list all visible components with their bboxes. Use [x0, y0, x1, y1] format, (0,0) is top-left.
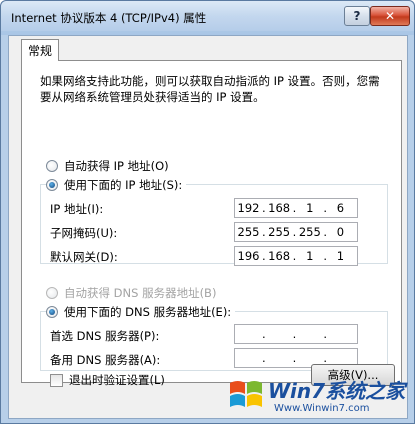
radio-manual-ip-label: 使用下面的 IP 地址(S):: [64, 178, 183, 192]
validate-checkbox-label: 退出时验证设置(L): [69, 373, 165, 387]
octet: 168: [268, 201, 291, 215]
radio-manual-ip-indicator[interactable]: [46, 179, 58, 191]
watermark-logo: Win7系统之家 Www.Winwin7.com: [222, 371, 412, 421]
subnet-mask-label: 子网掩码(U):: [50, 226, 118, 240]
octet: 1: [336, 249, 345, 263]
tab-panel-general: 如果网络支持此功能，则可以获取自动指派的 IP 设置。否则，您需要从网络系统管理…: [21, 60, 402, 387]
octet: 168: [268, 249, 291, 263]
octet: 196: [237, 249, 260, 263]
radio-auto-ip[interactable]: 自动获得 IP 地址(O): [46, 158, 169, 174]
radio-manual-dns-label: 使用下面的 DNS 服务器地址(E):: [64, 305, 232, 319]
preferred-dns-label: 首选 DNS 服务器(P):: [50, 329, 160, 343]
ip-address-input[interactable]: 192. 168. 1. 6: [234, 198, 358, 218]
octet: 255: [237, 225, 260, 239]
validate-on-exit-checkbox[interactable]: 退出时验证设置(L): [50, 372, 165, 388]
watermark-brand: Win7系统之家: [268, 379, 406, 403]
validate-checkbox-box[interactable]: [50, 373, 63, 387]
default-gateway-input[interactable]: 196. 168. 1. 1: [234, 246, 358, 266]
radio-manual-dns[interactable]: 使用下面的 DNS 服务器地址(E):: [46, 304, 236, 320]
alternate-dns-label: 备用 DNS 服务器(A):: [50, 353, 161, 367]
description-text: 如果网络支持此功能，则可以获取自动指派的 IP 设置。否则，您需要从网络系统管理…: [40, 74, 380, 104]
default-gateway-label: 默认网关(D):: [50, 250, 118, 264]
title-bar[interactable]: Internet 协议版本 4 (TCP/IPv4) 属性 ? ✕: [1, 1, 414, 31]
watermark-url: Www.Winwin7.com: [274, 403, 370, 414]
dialog-window: Internet 协议版本 4 (TCP/IPv4) 属性 ? ✕ 常规 如果网…: [0, 0, 415, 424]
radio-auto-dns-label: 自动获得 DNS 服务器地址(B): [64, 286, 217, 300]
octet: 0: [336, 225, 345, 239]
windows-flag-icon: [230, 381, 262, 407]
preferred-dns-input[interactable]: . . .: [234, 324, 358, 344]
octet: 1: [306, 249, 314, 263]
octet: 255: [268, 225, 291, 239]
tab-general[interactable]: 常规: [21, 39, 59, 61]
radio-auto-ip-indicator[interactable]: [46, 160, 58, 172]
octet: 6: [336, 201, 345, 215]
close-button[interactable]: ✕: [370, 6, 410, 26]
octet: 192: [237, 201, 260, 215]
window-title: Internet 协议版本 4 (TCP/IPv4) 属性: [11, 11, 207, 25]
subnet-mask-input[interactable]: 255. 255. 255. 0: [234, 222, 358, 242]
radio-auto-ip-label: 自动获得 IP 地址(O): [64, 159, 169, 173]
radio-manual-ip[interactable]: 使用下面的 IP 地址(S):: [46, 177, 187, 193]
radio-auto-dns[interactable]: 自动获得 DNS 服务器地址(B): [46, 285, 216, 301]
octet: 255: [298, 225, 321, 239]
help-button[interactable]: ?: [344, 6, 370, 26]
radio-manual-dns-indicator[interactable]: [46, 306, 58, 318]
radio-auto-dns-indicator[interactable]: [46, 287, 58, 299]
ip-address-label: IP 地址(I):: [50, 202, 104, 216]
dialog-client-area: 常规 如果网络支持此功能，则可以获取自动指派的 IP 设置。否则，您需要从网络系…: [8, 35, 408, 419]
octet: 1: [306, 201, 314, 215]
